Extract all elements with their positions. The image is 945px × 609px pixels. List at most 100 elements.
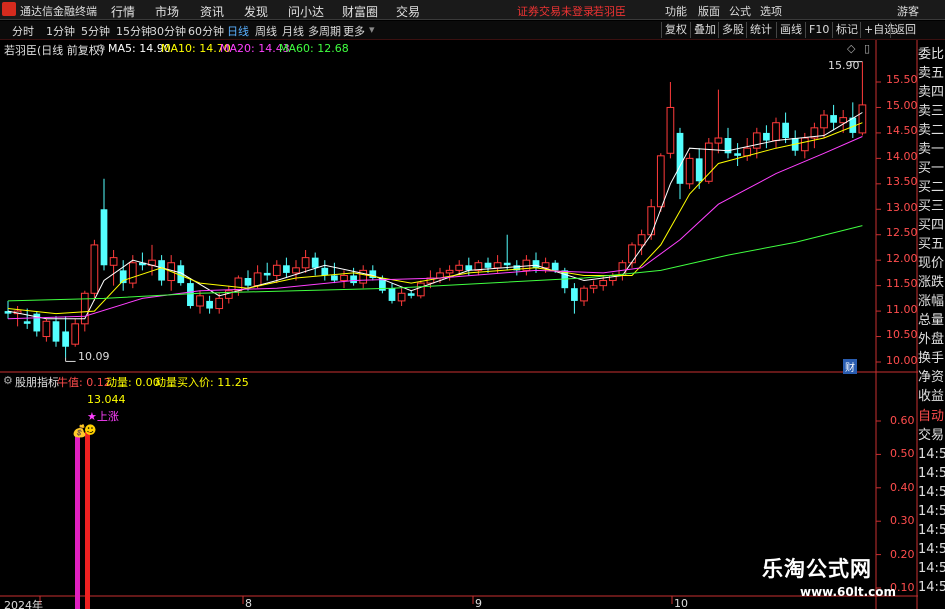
login-warning[interactable]: 证券交易未登录 (517, 3, 594, 19)
chart-area[interactable]: 若羽臣(日线 前复权) ⚙ MA5: 14.90 MA10: 14.70 MA2… (0, 40, 945, 609)
panel-trade[interactable]: 交易 (918, 427, 945, 444)
candle-body (272, 264, 281, 276)
tool-biaoji-button[interactable]: 标记 (832, 22, 861, 38)
tool-huaxian-button[interactable]: 画线 (776, 22, 805, 38)
tool-diejia-button[interactable]: 叠加 (690, 22, 719, 38)
candle-body (571, 288, 578, 301)
candle-body (743, 147, 752, 157)
panel-sell3[interactable]: 卖三 (918, 103, 945, 120)
period-fenshi[interactable]: 分时 (12, 23, 34, 39)
candle-body (52, 321, 60, 342)
tool-duogu-button[interactable]: 多股 (718, 22, 747, 38)
menu-gongshi[interactable]: 公式 (729, 3, 751, 19)
panel-turnover[interactable]: 换手 (918, 350, 945, 367)
panel-buy3[interactable]: 买三 (918, 198, 945, 215)
indicator-name[interactable]: 股朋指标 (15, 374, 59, 390)
cai-badge[interactable]: 财 (843, 359, 857, 374)
panel-price[interactable]: 现价 (918, 255, 945, 272)
tool-tongji-button[interactable]: 统计 (746, 22, 775, 38)
panel-change-pct[interactable]: 涨幅 (918, 293, 945, 310)
period-1min[interactable]: 1分钟 (46, 23, 75, 39)
indicator-gear-icon[interactable]: ⚙ (3, 374, 13, 387)
panel-time: 14:56 (918, 447, 945, 462)
candle-body (331, 275, 338, 281)
candle-body (292, 267, 300, 274)
candle-body (263, 272, 271, 276)
app-logo-icon (2, 2, 16, 16)
menu-wenxiaoda[interactable]: 问小达 (288, 3, 324, 20)
candle-body (388, 288, 396, 301)
period-30min[interactable]: 30分钟 (150, 23, 186, 39)
panel-auto[interactable]: 自动 (918, 408, 945, 425)
panel-sell5[interactable]: 卖五 (918, 65, 945, 82)
period-daily[interactable]: 日线 (227, 23, 249, 39)
candle-body (350, 275, 357, 284)
tool-f10-button[interactable]: F10 (805, 22, 832, 38)
menu-caifuquan[interactable]: 财富圈 (342, 3, 378, 20)
panel-sell1[interactable]: 卖一 (918, 141, 945, 158)
candle-body (551, 262, 559, 271)
candle-body (340, 274, 348, 282)
panel-toggle-icon[interactable]: ▯ (864, 42, 870, 55)
period-weekly[interactable]: 周线 (255, 23, 277, 39)
panel-sell2[interactable]: 卖二 (918, 122, 945, 139)
candle-body (752, 132, 761, 149)
menu-shichang[interactable]: 市场 (155, 3, 179, 20)
candle-body (311, 257, 319, 268)
period-15min[interactable]: 15分钟 (116, 23, 152, 39)
menu-banmian[interactable]: 版面 (698, 3, 720, 19)
watermark-title: 乐淘公式网 (762, 557, 872, 581)
tool-fuquan-button[interactable]: 复权 (661, 22, 690, 38)
panel-buy5[interactable]: 买五 (918, 236, 945, 253)
tool-back-button[interactable]: 返回 (890, 22, 919, 38)
panel-volume[interactable]: 总量 (918, 312, 945, 329)
price-tick: 10.00 (886, 354, 918, 367)
more-dropdown-icon[interactable]: ▾ (369, 23, 375, 36)
panel-time: 14:56 (918, 466, 945, 481)
menu-gongneng[interactable]: 功能 (665, 3, 687, 19)
period-multi[interactable]: 多周期 (308, 23, 341, 39)
candle-body (359, 269, 368, 284)
candle-body (416, 282, 425, 297)
menu-xuanxiang[interactable]: 选项 (760, 3, 782, 19)
menu-hangqing[interactable]: 行情 (111, 3, 135, 20)
panel-netasset[interactable]: 净资 (918, 369, 945, 386)
panel-buy2[interactable]: 买二 (918, 179, 945, 196)
period-monthly[interactable]: 月线 (282, 23, 304, 39)
diamond-icon[interactable]: ◇ (847, 42, 855, 55)
guest-label[interactable]: 游客 (897, 3, 919, 19)
panel-buy4[interactable]: 买四 (918, 217, 945, 234)
panel-buy1[interactable]: 买一 (918, 160, 945, 177)
panel-change[interactable]: 涨跌 (918, 274, 945, 291)
candle-body (541, 262, 550, 269)
period-more[interactable]: 更多 (343, 23, 365, 39)
menu-jiaoyi[interactable]: 交易 (396, 3, 420, 20)
time-tick: 2024年 (4, 599, 43, 609)
candle-body (532, 260, 540, 268)
period-60min[interactable]: 60分钟 (188, 23, 224, 39)
menu-faxian[interactable]: 发现 (244, 3, 268, 20)
candle-body (763, 132, 770, 141)
price-tick: 15.50 (886, 73, 918, 86)
candle-body (42, 320, 51, 338)
candle-body (90, 244, 99, 294)
kline-chart[interactable] (0, 40, 945, 609)
panel-earnings[interactable]: 收益 (918, 388, 945, 404)
candle-body (196, 295, 204, 307)
panel-outer[interactable]: 外盘 (918, 331, 945, 348)
candle-body (839, 117, 848, 124)
candle-body (666, 106, 675, 154)
candle-body (503, 262, 511, 266)
panel-sell4[interactable]: 卖四 (918, 84, 945, 101)
period-5min[interactable]: 5分钟 (81, 23, 110, 39)
panel-time: 14:56 (918, 561, 945, 576)
candle-body (685, 157, 694, 185)
candle-body (128, 262, 137, 284)
settings-gear-icon[interactable]: ⚙ (96, 42, 106, 55)
menu-zixun[interactable]: 资讯 (200, 3, 224, 20)
indicator-tick: 0.60 (890, 414, 915, 427)
price-tick: 14.00 (886, 150, 918, 163)
indicator-tick: 0.20 (890, 548, 915, 561)
period-toolbar: 分时 1分钟 5分钟 15分钟 30分钟 60分钟 日线 周线 月线 多周期 更… (0, 21, 945, 40)
panel-weibi[interactable]: 委比 (918, 46, 945, 63)
